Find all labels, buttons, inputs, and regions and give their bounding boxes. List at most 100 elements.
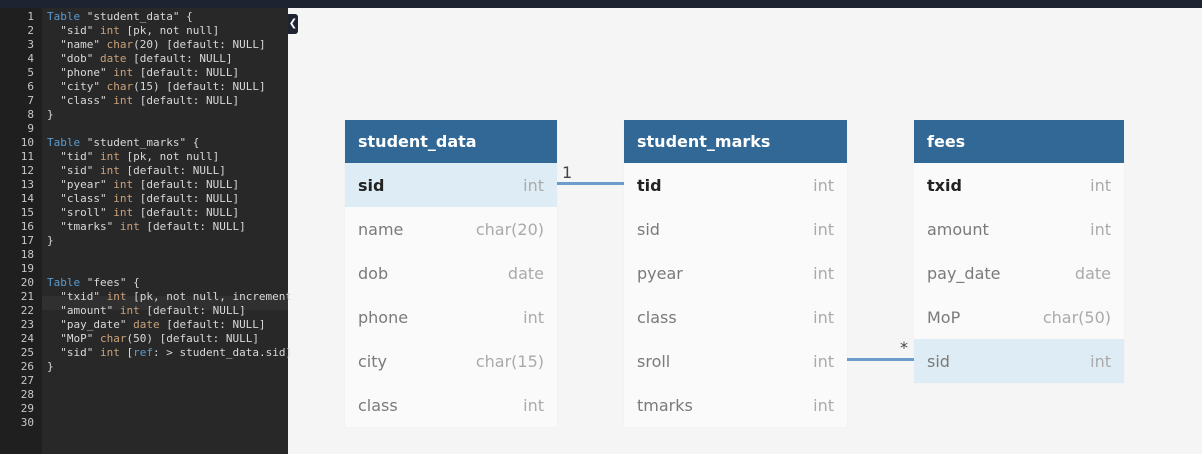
code-editor[interactable]: 1 2 3 4 5 6 7 8 9 10 11 12 13 14 15 16 17 18 19 20 21 22 23 24 2… xyxy=(0,8,292,454)
code-token: [pk, not null] xyxy=(119,150,220,163)
code-line[interactable]: "pay_date" date [default: NULL] xyxy=(47,318,265,332)
code-line[interactable]: "txid" int [pk, not null, increment xyxy=(47,290,292,304)
table-student_marks[interactable]: student_marks tid int sid int pyear int class in… xyxy=(624,120,847,427)
line-number: 11 xyxy=(20,150,34,163)
field-name: dob xyxy=(358,263,389,283)
code-token: int xyxy=(113,192,134,205)
field-row[interactable]: sid int xyxy=(345,163,557,207)
field-row[interactable]: class int xyxy=(345,383,557,427)
field-row[interactable]: phone int xyxy=(345,295,557,339)
code-line[interactable]: } xyxy=(47,234,54,248)
field-row[interactable]: class int xyxy=(624,295,847,339)
code-token: char xyxy=(99,332,127,345)
field-row[interactable]: tid int xyxy=(624,163,847,207)
table-fees[interactable]: fees txid int amount int pay_date date MoP char(… xyxy=(914,120,1124,383)
code-token: "tid" xyxy=(47,150,100,163)
code-line[interactable]: "city" char(15) [default: NULL] xyxy=(47,80,265,94)
code-line[interactable]: "tid" int [pk, not null] xyxy=(47,150,219,164)
code-token: Table xyxy=(47,10,81,23)
line-number: 18 xyxy=(20,248,34,261)
code-line[interactable]: "MoP" char(50) [default: NULL] xyxy=(47,332,259,346)
code-token: "pay_date" xyxy=(47,318,134,331)
code-line[interactable]: "sid" int [pk, not null] xyxy=(47,24,219,38)
line-number: 5 xyxy=(27,66,34,79)
line-number: 20 xyxy=(20,276,34,289)
code-token: "MoP" xyxy=(47,332,100,345)
code-token: int xyxy=(113,178,134,191)
table-student_data[interactable]: student_data sid int name char(20) dob date pho… xyxy=(345,120,557,427)
code-token: "fees" { xyxy=(80,276,140,289)
code-token: date xyxy=(99,52,127,65)
code-token: int xyxy=(113,206,134,219)
line-number: 10 xyxy=(20,136,34,149)
line-number: 7 xyxy=(27,94,34,107)
code-line[interactable]: "pyear" int [default: NULL] xyxy=(47,178,239,192)
code-line[interactable]: Table "student_marks" { xyxy=(47,136,199,150)
line-number: 26 xyxy=(20,360,34,373)
field-row[interactable]: tmarks int xyxy=(624,383,847,427)
code-line[interactable]: "sid" int [ref: > student_data.sid] xyxy=(47,346,292,360)
code-token: } xyxy=(47,108,54,121)
code-line[interactable]: Table "student_data" { xyxy=(47,10,193,24)
code-line[interactable]: "amount" int [default: NULL] xyxy=(47,304,246,318)
code-token: "amount" xyxy=(47,304,120,317)
code-token: "pyear" xyxy=(47,178,114,191)
code-token: } xyxy=(47,234,54,247)
code-token: int xyxy=(106,290,127,303)
table-header[interactable]: student_data xyxy=(345,120,557,163)
code-line[interactable]: "dob" date [default: NULL] xyxy=(47,52,232,66)
line-number: 8 xyxy=(27,108,34,121)
field-row[interactable]: city char(15) xyxy=(345,339,557,383)
code-token: [default: NULL] xyxy=(139,304,246,317)
line-number: 13 xyxy=(20,178,34,191)
field-row[interactable]: sroll int xyxy=(624,339,847,383)
code-token: "sid" xyxy=(47,346,100,359)
code-token: Table xyxy=(47,136,81,149)
field-row[interactable]: sid int xyxy=(914,339,1124,383)
field-type: int xyxy=(813,175,834,195)
field-type: date xyxy=(1074,263,1111,283)
relation-one-label: 1 xyxy=(562,163,573,182)
code-token: int xyxy=(113,66,134,79)
table-header[interactable]: student_marks xyxy=(624,120,847,163)
field-type: int xyxy=(813,263,834,283)
code-line[interactable]: "name" char(20) [default: NULL] xyxy=(47,38,265,52)
field-type: char(15) xyxy=(475,351,544,371)
field-row[interactable]: name char(20) xyxy=(345,207,557,251)
code-line[interactable]: "tmarks" int [default: NULL] xyxy=(47,220,245,234)
line-number: 23 xyxy=(20,318,34,331)
code-line[interactable]: } xyxy=(47,360,54,374)
line-number: 28 xyxy=(20,388,34,401)
code-line[interactable]: "phone" int [default: NULL] xyxy=(47,66,239,80)
field-type: int xyxy=(813,395,834,415)
code-token: [ xyxy=(119,346,134,359)
code-line[interactable]: Table "fees" { xyxy=(47,276,140,290)
code-line[interactable]: "class" int [default: NULL] xyxy=(47,192,239,206)
collapse-editor-button[interactable]: ❮ xyxy=(288,14,298,34)
line-number: 2 xyxy=(27,24,34,37)
code-token: "class" xyxy=(47,94,114,107)
code-line[interactable]: "sid" int [default: NULL] xyxy=(47,164,226,178)
code-token: int xyxy=(113,94,134,107)
line-number: 14 xyxy=(20,192,34,205)
code-token: } xyxy=(47,360,54,373)
code-token: "class" xyxy=(47,192,114,205)
field-row[interactable]: pyear int xyxy=(624,251,847,295)
code-token: "sroll" xyxy=(47,206,114,219)
code-line[interactable]: } xyxy=(47,108,54,122)
code-line[interactable]: "sroll" int [default: NULL] xyxy=(47,206,239,220)
line-number: 22 xyxy=(20,304,34,317)
field-row[interactable]: sid int xyxy=(624,207,847,251)
table-header[interactable]: fees xyxy=(914,120,1124,163)
code-token: int xyxy=(99,150,120,163)
relation-line-student_data-student_marks[interactable] xyxy=(557,182,624,185)
field-row[interactable]: pay_date date xyxy=(914,251,1124,295)
diagram-canvas[interactable]: 1 * student_data sid int name char(20) dob dat… xyxy=(298,8,1202,454)
field-row[interactable]: txid int xyxy=(914,163,1124,207)
code-line[interactable]: "class" int [default: NULL] xyxy=(47,94,239,108)
field-row[interactable]: amount int xyxy=(914,207,1124,251)
line-number: 9 xyxy=(27,122,34,135)
field-row[interactable]: dob date xyxy=(345,251,557,295)
field-row[interactable]: MoP char(50) xyxy=(914,295,1124,339)
relation-line-fees-student_data[interactable] xyxy=(847,358,914,361)
